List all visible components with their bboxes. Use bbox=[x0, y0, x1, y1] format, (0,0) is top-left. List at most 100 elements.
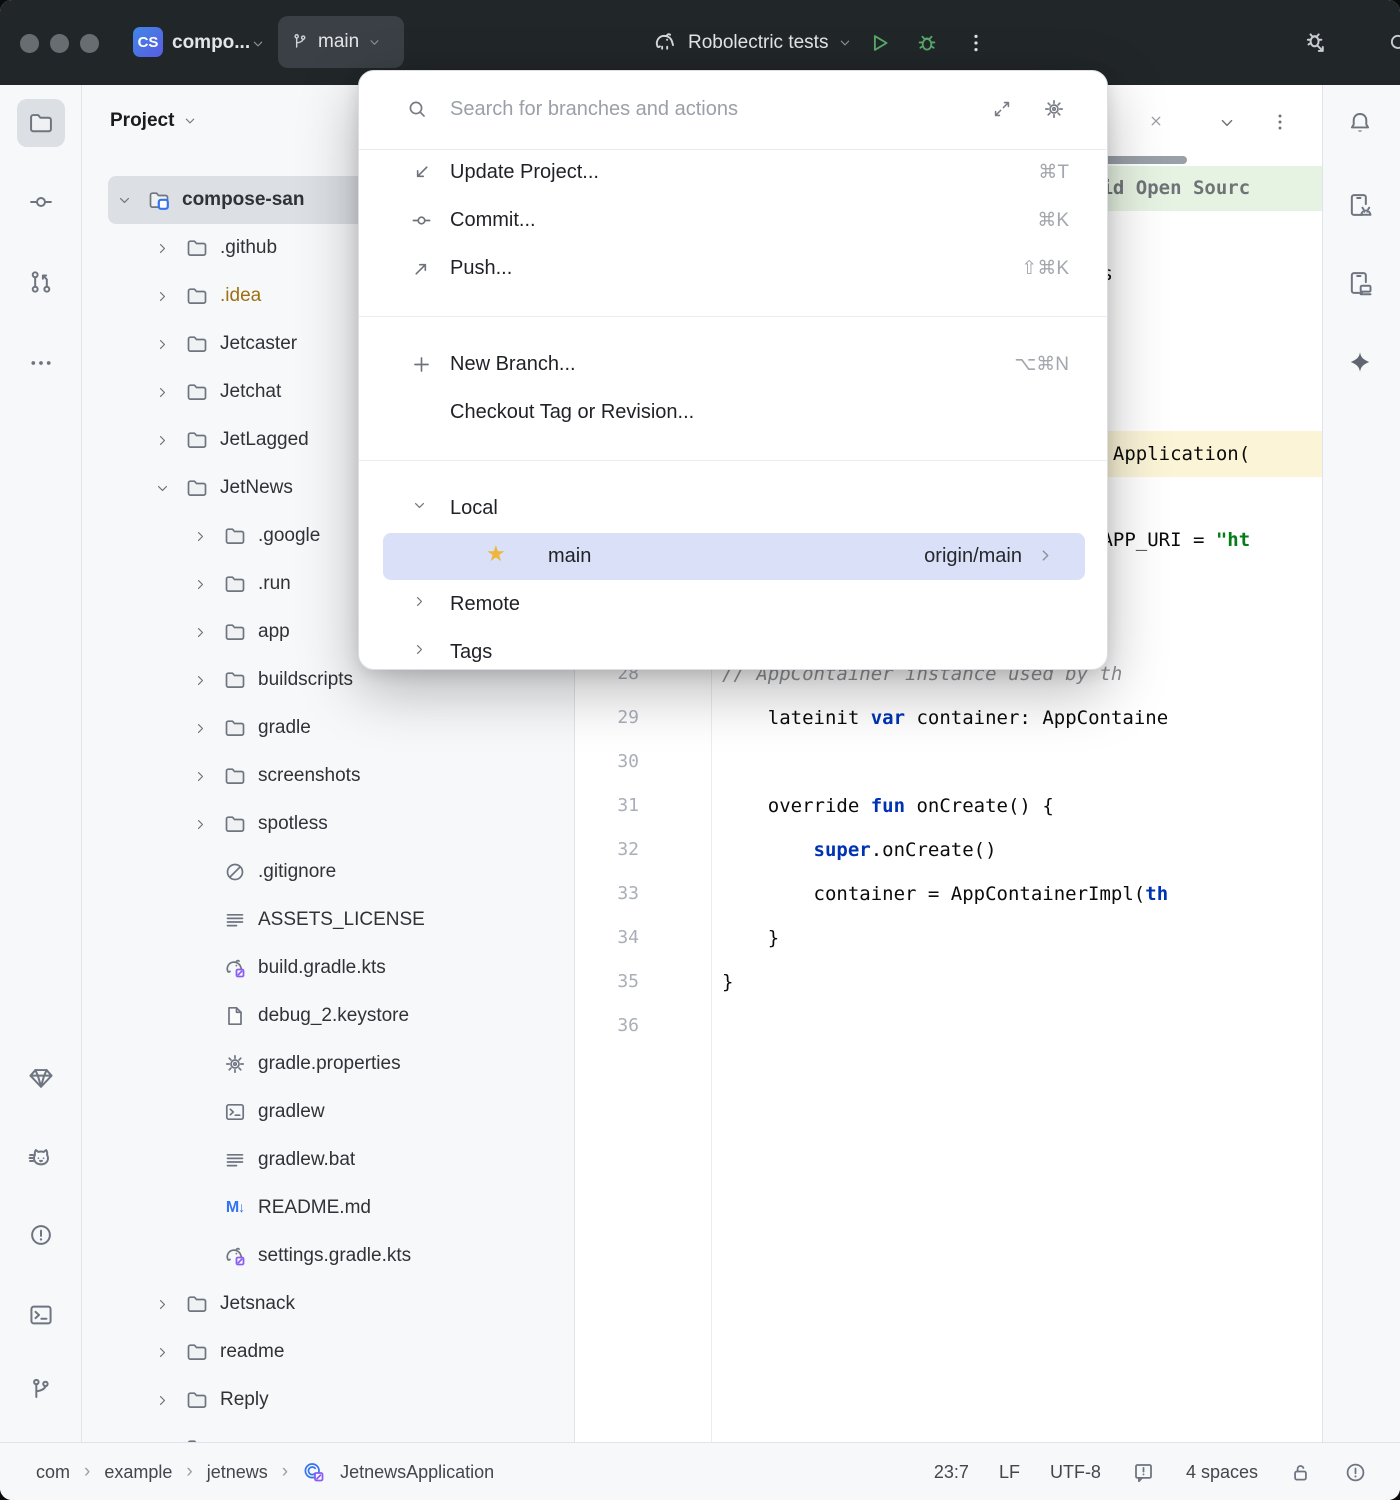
chevron-right-icon[interactable] bbox=[188, 812, 212, 836]
tool-window-button-notifications[interactable] bbox=[1336, 99, 1384, 147]
popup-action-new-branch[interactable]: New Branch...⌥⌘N bbox=[359, 340, 1107, 388]
search-input[interactable]: Search for branches and actions bbox=[450, 71, 738, 147]
chevron-right-icon[interactable] bbox=[411, 593, 428, 616]
tree-item-Jetsnack[interactable]: Jetsnack bbox=[82, 1280, 574, 1328]
tool-window-button-project[interactable] bbox=[17, 99, 65, 147]
breadcrumb[interactable]: com›example›jetnews›JetnewsApplication bbox=[36, 1443, 494, 1500]
tree-item-settings.gradle.kts[interactable]: settings.gradle.kts bbox=[82, 1232, 574, 1280]
branch-section-tags[interactable]: Tags bbox=[359, 628, 1107, 676]
tree-item-.gitignore[interactable]: .gitignore bbox=[82, 848, 574, 896]
chevron-right-icon[interactable] bbox=[188, 716, 212, 740]
branch-section-remote[interactable]: Remote bbox=[359, 580, 1107, 628]
attach-debugger-button[interactable] bbox=[1302, 0, 1330, 85]
chevron-down-icon[interactable] bbox=[150, 476, 174, 500]
tool-window-button-running-devices[interactable] bbox=[1336, 259, 1384, 307]
tool-window-button-device-manager[interactable] bbox=[1336, 181, 1384, 229]
popup-search-row[interactable]: Search for branches and actions bbox=[359, 71, 1107, 147]
chevron-right-icon[interactable] bbox=[411, 641, 428, 664]
tool-window-button-app-quality-insights[interactable] bbox=[17, 1054, 65, 1102]
popup-action-commit[interactable]: Commit...⌘K bbox=[359, 196, 1107, 244]
indent-setting[interactable]: 4 spaces bbox=[1186, 1462, 1258, 1483]
close-window-button[interactable] bbox=[20, 34, 39, 53]
tree-item-ASSETS_LICENSE[interactable]: ASSETS_LICENSE bbox=[82, 896, 574, 944]
project-panel-header[interactable]: Project bbox=[110, 99, 198, 143]
project-switcher[interactable]: compo... bbox=[172, 0, 250, 85]
tree-item-gradlew[interactable]: gradlew bbox=[82, 1088, 574, 1136]
folder-icon bbox=[182, 1292, 212, 1316]
chevron-right-icon[interactable] bbox=[150, 1292, 174, 1316]
breadcrumb-item[interactable]: com bbox=[36, 1462, 70, 1483]
file-encoding[interactable]: UTF-8 bbox=[1050, 1462, 1101, 1483]
zoom-window-button[interactable] bbox=[80, 34, 99, 53]
tree-item-gradlew.bat[interactable]: gradlew.bat bbox=[82, 1136, 574, 1184]
popup-action-label: New Branch... bbox=[450, 353, 576, 376]
tree-item-Reply[interactable]: Reply bbox=[82, 1376, 574, 1424]
code-fragment-class-decl: : Application( bbox=[1090, 431, 1250, 477]
breadcrumb-separator: › bbox=[282, 1461, 288, 1483]
project-avatar[interactable]: CS bbox=[133, 27, 163, 57]
chevron-right-icon[interactable] bbox=[1036, 546, 1055, 570]
branch-widget[interactable]: main bbox=[278, 16, 404, 68]
tool-window-button-pull-requests[interactable] bbox=[17, 258, 65, 306]
line-separator[interactable]: LF bbox=[999, 1462, 1020, 1483]
tree-item-screenshots[interactable]: screenshots bbox=[82, 752, 574, 800]
plus-icon bbox=[409, 353, 433, 376]
chevron-down-icon[interactable] bbox=[411, 497, 428, 520]
tree-item-debug_2.keystore[interactable]: debug_2.keystore bbox=[82, 992, 574, 1040]
tree-item-gradle[interactable]: gradle bbox=[82, 704, 574, 752]
chevron-right-icon[interactable] bbox=[150, 284, 174, 308]
breadcrumb-item[interactable]: jetnews bbox=[207, 1462, 268, 1483]
chevron-right-icon[interactable] bbox=[188, 620, 212, 644]
left-tool-rail bbox=[0, 85, 82, 1442]
window-controls[interactable] bbox=[20, 34, 99, 53]
chevron-right-icon[interactable] bbox=[150, 380, 174, 404]
search-everywhere-icon[interactable] bbox=[1386, 0, 1400, 85]
popup-action-update-project[interactable]: Update Project...⌘T bbox=[359, 148, 1107, 196]
minimize-window-button[interactable] bbox=[50, 34, 69, 53]
tree-item-readme[interactable]: readme bbox=[82, 1328, 574, 1376]
tool-window-button-logcat[interactable] bbox=[17, 1134, 65, 1182]
chevron-right-icon[interactable] bbox=[188, 668, 212, 692]
chevron-right-icon[interactable] bbox=[150, 1388, 174, 1412]
inspection-widget-icon[interactable] bbox=[1131, 1460, 1156, 1485]
tab-list-chevron-icon[interactable] bbox=[1217, 113, 1237, 133]
lock-icon[interactable] bbox=[1288, 1460, 1313, 1485]
chevron-right-icon[interactable] bbox=[150, 236, 174, 260]
tree-item-partial[interactable] bbox=[82, 1424, 574, 1442]
chevron-right-icon[interactable] bbox=[150, 1340, 174, 1364]
popup-action-checkout-tag-or-revision[interactable]: Checkout Tag or Revision... bbox=[359, 388, 1107, 436]
breadcrumb-item[interactable]: example bbox=[104, 1462, 172, 1483]
tab-options-icon[interactable] bbox=[1269, 111, 1291, 133]
popup-action-push[interactable]: Push...⇧⌘K bbox=[359, 244, 1107, 292]
close-tab-icon[interactable] bbox=[1147, 112, 1165, 130]
chevron-down-icon bbox=[250, 36, 266, 52]
chevron-right-icon[interactable] bbox=[188, 524, 212, 548]
tool-window-button-more-tool-windows[interactable] bbox=[17, 339, 65, 387]
branch-section-local[interactable]: Local bbox=[359, 484, 1107, 532]
tree-indent bbox=[188, 860, 212, 884]
tree-item-spotless[interactable]: spotless bbox=[82, 800, 574, 848]
problems-status-icon[interactable] bbox=[1343, 1460, 1368, 1485]
tool-window-button-version-control[interactable] bbox=[17, 1366, 65, 1414]
chevron-right-icon[interactable] bbox=[188, 764, 212, 788]
chevron-right-icon[interactable] bbox=[188, 572, 212, 596]
branch-row-main[interactable]: ★mainorigin/main bbox=[383, 533, 1085, 580]
tool-window-button-gemini[interactable] bbox=[1336, 338, 1384, 386]
tree-item-README.md[interactable]: M↓README.md bbox=[82, 1184, 574, 1232]
favorite-star-icon[interactable]: ★ bbox=[486, 541, 506, 567]
caret-position[interactable]: 23:7 bbox=[934, 1462, 969, 1483]
tool-window-button-commit[interactable] bbox=[17, 178, 65, 226]
tree-item-gradle.properties[interactable]: gradle.properties bbox=[82, 1040, 574, 1088]
breadcrumb-item[interactable]: JetnewsApplication bbox=[340, 1462, 494, 1483]
tool-window-button-problems[interactable] bbox=[17, 1211, 65, 1259]
folder-project-icon bbox=[144, 188, 174, 212]
chevron-right-icon[interactable] bbox=[150, 428, 174, 452]
restore-size-icon[interactable] bbox=[991, 98, 1013, 120]
gear-icon[interactable] bbox=[1042, 97, 1066, 121]
tree-item-build.gradle.kts[interactable]: build.gradle.kts bbox=[82, 944, 574, 992]
chevron-right-icon[interactable] bbox=[150, 332, 174, 356]
tool-window-button-terminal[interactable] bbox=[17, 1291, 65, 1339]
chevron-down-icon[interactable] bbox=[112, 188, 136, 212]
tree-item-label: build.gradle.kts bbox=[258, 957, 386, 979]
tree-item-label: debug_2.keystore bbox=[258, 1005, 409, 1027]
